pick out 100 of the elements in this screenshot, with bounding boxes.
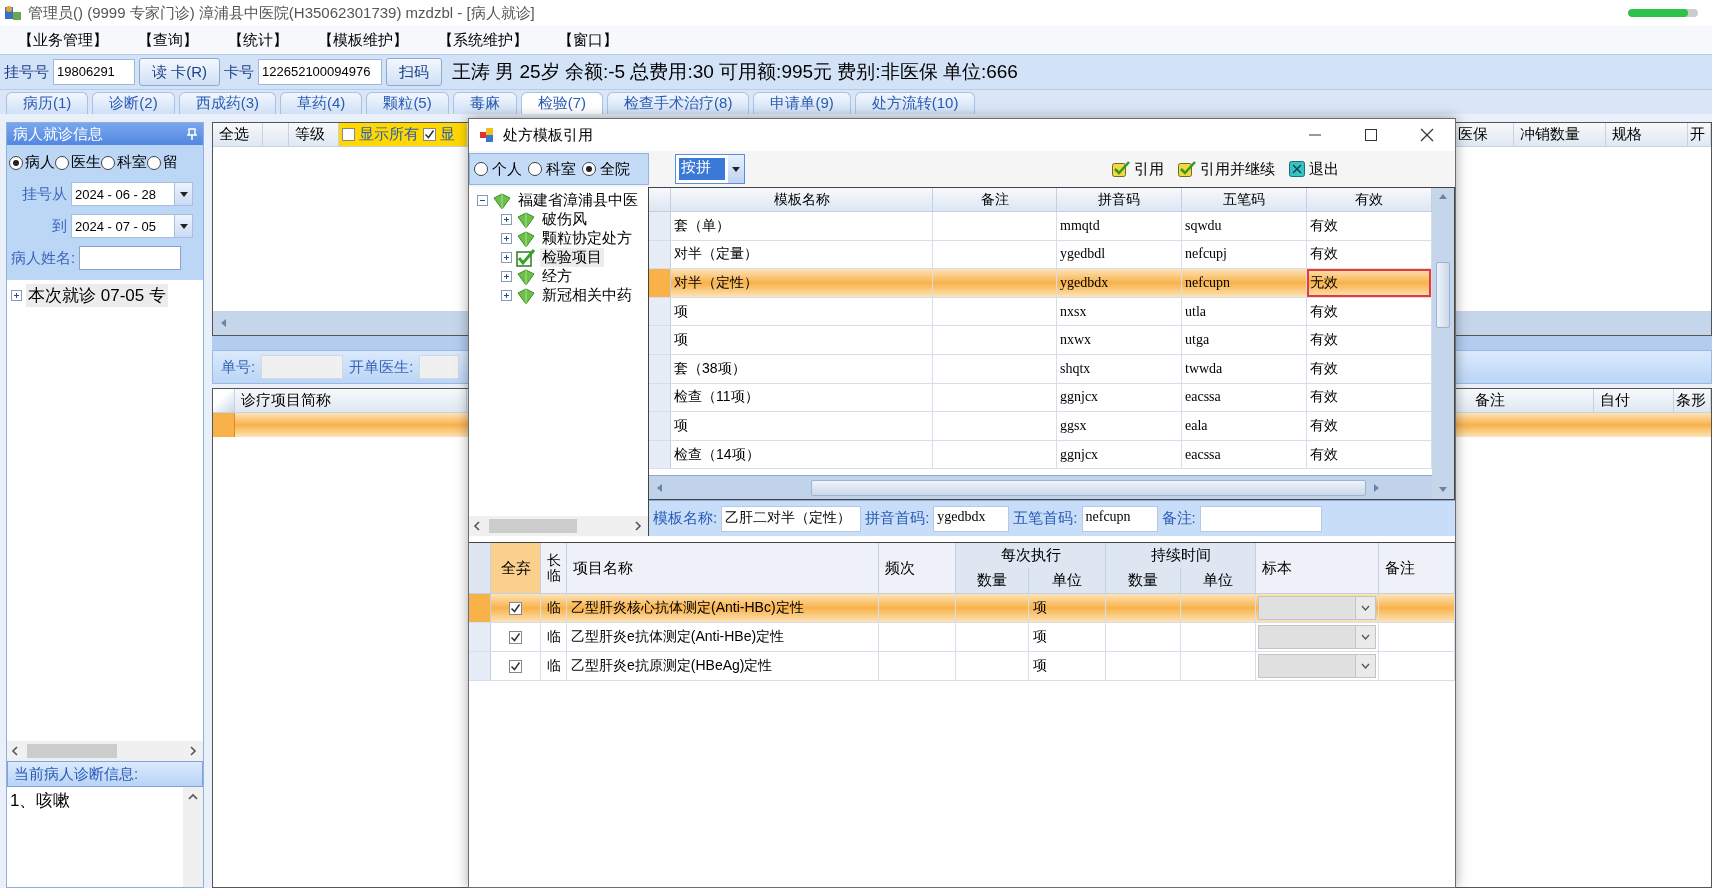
menu-item[interactable]: 【业务管理】: [18, 30, 108, 50]
radio-option[interactable]: 科室: [528, 159, 576, 179]
radio-button[interactable]: [9, 155, 23, 170]
expand-icon[interactable]: [501, 271, 512, 282]
row-header[interactable]: [213, 413, 235, 437]
tab[interactable]: 处方流转(10): [854, 92, 976, 114]
grid-row[interactable]: 临 乙型肝炎e抗原测定(HBeAg)定性 项: [469, 652, 1455, 681]
radio-option[interactable]: 病人: [9, 153, 55, 172]
checkbox[interactable]: [509, 601, 522, 615]
radio-option[interactable]: 全院: [582, 159, 630, 179]
tab[interactable]: 草药(4): [280, 92, 363, 114]
radio-option[interactable]: 医生: [55, 153, 101, 172]
apply-button[interactable]: 引用: [1108, 155, 1168, 183]
horizontal-scrollbar[interactable]: [469, 516, 648, 536]
column-header[interactable]: 备注: [1469, 389, 1594, 412]
checkbox[interactable]: [342, 128, 355, 141]
column-header[interactable]: 项目名称: [567, 543, 879, 593]
column-header[interactable]: 数量: [1106, 568, 1181, 593]
scrollbar-thumb[interactable]: [811, 479, 1366, 496]
grid-row[interactable]: 对半（定量） ygedbdl nefcupj 有效: [649, 240, 1432, 270]
column-header[interactable]: 拼音码: [1057, 188, 1182, 211]
exit-button[interactable]: 退出: [1285, 155, 1343, 183]
input-field[interactable]: [419, 355, 460, 379]
specimen-dropdown[interactable]: [1258, 625, 1376, 649]
column-header[interactable]: 条形: [1674, 389, 1711, 412]
grid-row[interactable]: 项 nxwx utga 有效: [649, 326, 1432, 355]
checkbox[interactable]: [509, 630, 522, 644]
pin-icon[interactable]: [187, 128, 197, 140]
row-header[interactable]: [649, 440, 671, 469]
scrollbar-thumb[interactable]: [1436, 262, 1450, 328]
date-field[interactable]: 2024 - 07 - 05: [71, 214, 193, 238]
vertical-scrollbar[interactable]: [1432, 188, 1454, 499]
input-field[interactable]: [79, 246, 182, 270]
column-header[interactable]: 诊疗项目简称: [235, 389, 467, 412]
column-header[interactable]: 全选: [213, 123, 263, 146]
radio-option[interactable]: 留: [147, 153, 178, 172]
grid-row[interactable]: 临 乙型肝炎e抗体测定(Anti-HBe)定性 项: [469, 623, 1455, 652]
column-header[interactable]: 数量: [956, 568, 1029, 593]
horizontal-scrollbar[interactable]: [7, 741, 203, 761]
input-field[interactable]: nefcupn: [1081, 505, 1158, 532]
grid-row[interactable]: 项 ggsx eala 有效: [649, 412, 1432, 441]
column-header[interactable]: 全弃: [491, 543, 541, 593]
tree-item[interactable]: 经方: [540, 267, 574, 286]
grid-row[interactable]: 临 乙型肝炎核心抗体测定(Anti-HBc)定性 项: [469, 594, 1455, 623]
grid-row[interactable]: 项 nxsx utla 有效: [649, 297, 1432, 327]
column-header[interactable]: 自付: [1594, 389, 1674, 412]
row-header[interactable]: [649, 412, 671, 440]
row-header[interactable]: [649, 297, 671, 326]
column-header[interactable]: 备注: [933, 188, 1057, 211]
tree-item[interactable]: 检验项目: [540, 248, 604, 267]
radio-button[interactable]: [528, 162, 542, 176]
menu-item[interactable]: 【系统维护】: [438, 30, 528, 50]
grid-row[interactable]: 套（单） mmqtd sqwdu 有效: [649, 212, 1432, 241]
tab[interactable]: 病历(1): [6, 92, 89, 114]
tree-item[interactable]: 福建省漳浦县中医: [516, 191, 640, 210]
checkbox[interactable]: [509, 659, 522, 673]
menu-item[interactable]: 【统计】: [228, 30, 288, 50]
grid-row[interactable]: 检查（14项） ggnjcx eacssa 有效: [649, 440, 1432, 470]
specimen-dropdown[interactable]: [1258, 596, 1376, 620]
input-field[interactable]: 乙肝二对半（定性）: [721, 505, 862, 532]
expand-icon[interactable]: [501, 252, 512, 263]
tree-item[interactable]: 颗粒协定处方: [540, 229, 634, 248]
tab[interactable]: 检验(7): [520, 92, 604, 114]
menu-item[interactable]: 【查询】: [138, 30, 198, 50]
column-header[interactable]: 五笔码: [1182, 188, 1307, 211]
expand-icon[interactable]: [501, 233, 512, 244]
column-header[interactable]: 长临: [541, 543, 567, 593]
row-header[interactable]: [649, 354, 671, 383]
tree-item[interactable]: 破伤风: [540, 210, 589, 229]
radio-option[interactable]: 个人: [474, 159, 522, 179]
column-header[interactable]: 开: [1688, 123, 1711, 146]
radio-button[interactable]: [55, 155, 69, 170]
row-header[interactable]: [649, 240, 671, 269]
tab[interactable]: 诊断(2): [92, 92, 175, 114]
expand-icon[interactable]: [11, 290, 22, 301]
tab[interactable]: 颗粒(5): [366, 92, 449, 114]
column-header[interactable]: 标本: [1256, 543, 1379, 593]
input-field[interactable]: [261, 355, 344, 379]
grid-row[interactable]: 对半（定性） ygedbdx nefcupn 无效: [649, 269, 1432, 298]
tab[interactable]: 毒麻: [452, 92, 517, 114]
menu-item[interactable]: 【模板维护】: [318, 30, 408, 50]
search-mode-dropdown[interactable]: 按拼: [675, 154, 745, 184]
tab[interactable]: 西成药(3): [178, 92, 277, 114]
expand-icon[interactable]: [501, 290, 512, 301]
radio-button[interactable]: [474, 162, 488, 176]
row-header[interactable]: [469, 652, 491, 680]
column-header[interactable]: 模板名称: [671, 188, 933, 211]
input-field[interactable]: [1199, 505, 1322, 532]
apply-button[interactable]: 引用并继续: [1174, 155, 1279, 183]
row-header[interactable]: [649, 383, 671, 412]
radio-option[interactable]: 科室: [101, 153, 147, 172]
input-field[interactable]: 122652100094976: [258, 59, 382, 85]
column-header[interactable]: 规格: [1606, 123, 1688, 146]
tab[interactable]: 申请单(9): [753, 92, 851, 114]
horizontal-scrollbar[interactable]: [649, 475, 1432, 499]
column-header[interactable]: 单位: [1029, 568, 1106, 593]
specimen-dropdown[interactable]: [1258, 654, 1376, 678]
row-header[interactable]: [469, 623, 491, 651]
tree-item[interactable]: 本次就诊 07-05 专: [26, 284, 168, 307]
checkbox[interactable]: [423, 128, 436, 141]
